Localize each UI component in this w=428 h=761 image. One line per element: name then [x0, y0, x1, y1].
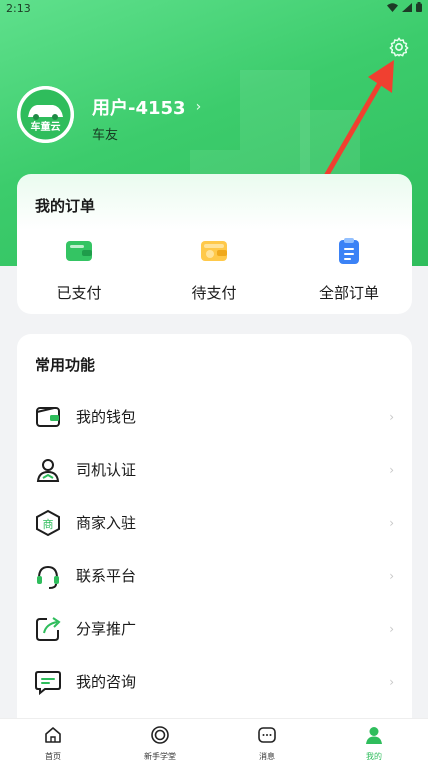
signal-icon: [402, 2, 412, 12]
wifi-icon: [387, 2, 398, 12]
driver-id-icon: [36, 458, 60, 482]
profile-icon: [366, 727, 382, 744]
chevron-right-icon: ›: [195, 99, 202, 115]
func-contact-label: 联系平台: [76, 567, 137, 585]
clipboard-list-icon: [339, 238, 359, 264]
chevron-right-icon: ›: [389, 621, 394, 636]
chevron-right-icon: ›: [389, 462, 394, 477]
share-icon: [36, 616, 61, 641]
func-consult[interactable]: 我的咨询 ›: [17, 655, 412, 708]
status-time: 2:13: [6, 2, 31, 15]
academy-icon: [151, 726, 169, 744]
order-paid[interactable]: 已支付: [24, 236, 134, 303]
chevron-right-icon: ›: [389, 568, 394, 583]
wallet-icon: [36, 406, 60, 427]
order-paid-label: 已支付: [56, 284, 102, 302]
tab-messages-label: 消息: [259, 752, 275, 761]
func-wallet-label: 我的钱包: [76, 408, 137, 426]
func-driver-auth-label: 司机认证: [76, 461, 137, 479]
chevron-right-icon: ›: [389, 674, 394, 689]
svg-text:商: 商: [43, 517, 54, 531]
func-share[interactable]: 分享推广 ›: [17, 602, 412, 655]
tab-profile-label: 我的: [366, 752, 382, 761]
order-all-label: 全部订单: [318, 284, 379, 302]
order-pending[interactable]: 待支付: [159, 236, 269, 303]
avatar[interactable]: 车童云: [17, 86, 74, 143]
avatar-logo-text: 车童云: [31, 120, 61, 133]
order-pending-label: 待支付: [191, 284, 237, 302]
orders-card: 我的订单 已支付 待支付 全部订单: [17, 174, 412, 314]
func-consult-label: 我的咨询: [76, 673, 137, 691]
func-merchant-label: 商家入驻: [76, 514, 137, 532]
bottom-tab-bar: 首页 新手学堂 消息 我的: [0, 718, 428, 761]
tab-profile[interactable]: 我的: [344, 725, 404, 761]
username: 用户-4153: [92, 98, 186, 119]
func-contact[interactable]: 联系平台 ›: [17, 549, 412, 602]
tab-academy[interactable]: 新手学堂: [130, 725, 190, 761]
tab-home[interactable]: 首页: [23, 725, 83, 761]
message-icon: [258, 727, 276, 743]
orders-title: 我的订单: [35, 197, 96, 215]
func-wallet[interactable]: 我的钱包 ›: [17, 390, 412, 443]
wallet-pending-icon: [201, 241, 227, 261]
headset-icon: [37, 565, 59, 589]
func-driver-auth[interactable]: 司机认证 ›: [17, 443, 412, 496]
user-role: 车友: [92, 128, 119, 143]
functions-title: 常用功能: [35, 356, 96, 374]
chevron-right-icon: ›: [389, 409, 394, 424]
func-share-label: 分享推广: [76, 620, 137, 638]
wallet-paid-icon: [66, 241, 92, 261]
battery-icon: [416, 2, 422, 12]
status-bar: 2:13: [0, 0, 428, 16]
chevron-right-icon: ›: [389, 515, 394, 530]
tab-messages[interactable]: 消息: [237, 725, 297, 761]
order-all[interactable]: 全部订单: [294, 236, 404, 303]
username-row[interactable]: 用户-4153 ›: [92, 94, 201, 120]
func-merchant[interactable]: 商 商家入驻 ›: [17, 496, 412, 549]
home-icon: [45, 727, 61, 743]
chat-message-icon: [35, 670, 61, 695]
merchant-shop-icon: 商: [36, 509, 60, 536]
tab-academy-label: 新手学堂: [144, 752, 176, 761]
functions-card: 常用功能 我的钱包 › 司机认证 › 商 商家入驻 › 联系平台 › 分享推广 …: [17, 334, 412, 724]
tab-home-label: 首页: [45, 752, 61, 761]
